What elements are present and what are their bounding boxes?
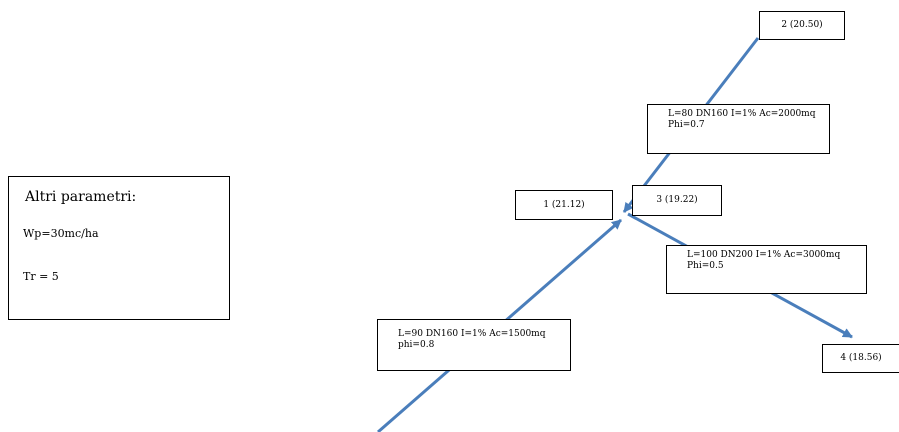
param-tr: Tr = 5: [23, 270, 59, 283]
pipe-2-3-spec: L=80 DN160 I=1% Ac=2000mq: [668, 109, 816, 119]
node-4-label: 4 (18.56): [822, 344, 899, 373]
pipe-2-3-label: L=80 DN160 I=1% Ac=2000mq Phi=0.7: [647, 104, 830, 154]
pipe-3-4-phi: Phi=0.5: [687, 261, 724, 271]
other-parameters-box: Altri parametri: Wp=30mc/ha Tr = 5: [8, 176, 230, 320]
param-wp: Wp=30mc/ha: [23, 227, 99, 240]
params-title: Altri parametri:: [25, 189, 137, 205]
pipe-2-3-phi: Phi=0.7: [668, 120, 705, 130]
node-3-label: 3 (19.22): [632, 185, 722, 216]
node-1-label: 1 (21.12): [515, 190, 613, 220]
pipe-1-3-spec: L=90 DN160 I=1% Ac=1500mq: [398, 329, 546, 339]
pipe-3-4-spec: L=100 DN200 I=1% Ac=3000mq: [687, 250, 841, 260]
pipe-1-3-phi: phi=0.8: [398, 340, 435, 350]
pipe-1-3-label: L=90 DN160 I=1% Ac=1500mq phi=0.8: [377, 319, 571, 371]
node-2-label: 2 (20.50): [759, 11, 845, 40]
pipe-3-4-label: L=100 DN200 I=1% Ac=3000mq Phi=0.5: [666, 245, 867, 294]
